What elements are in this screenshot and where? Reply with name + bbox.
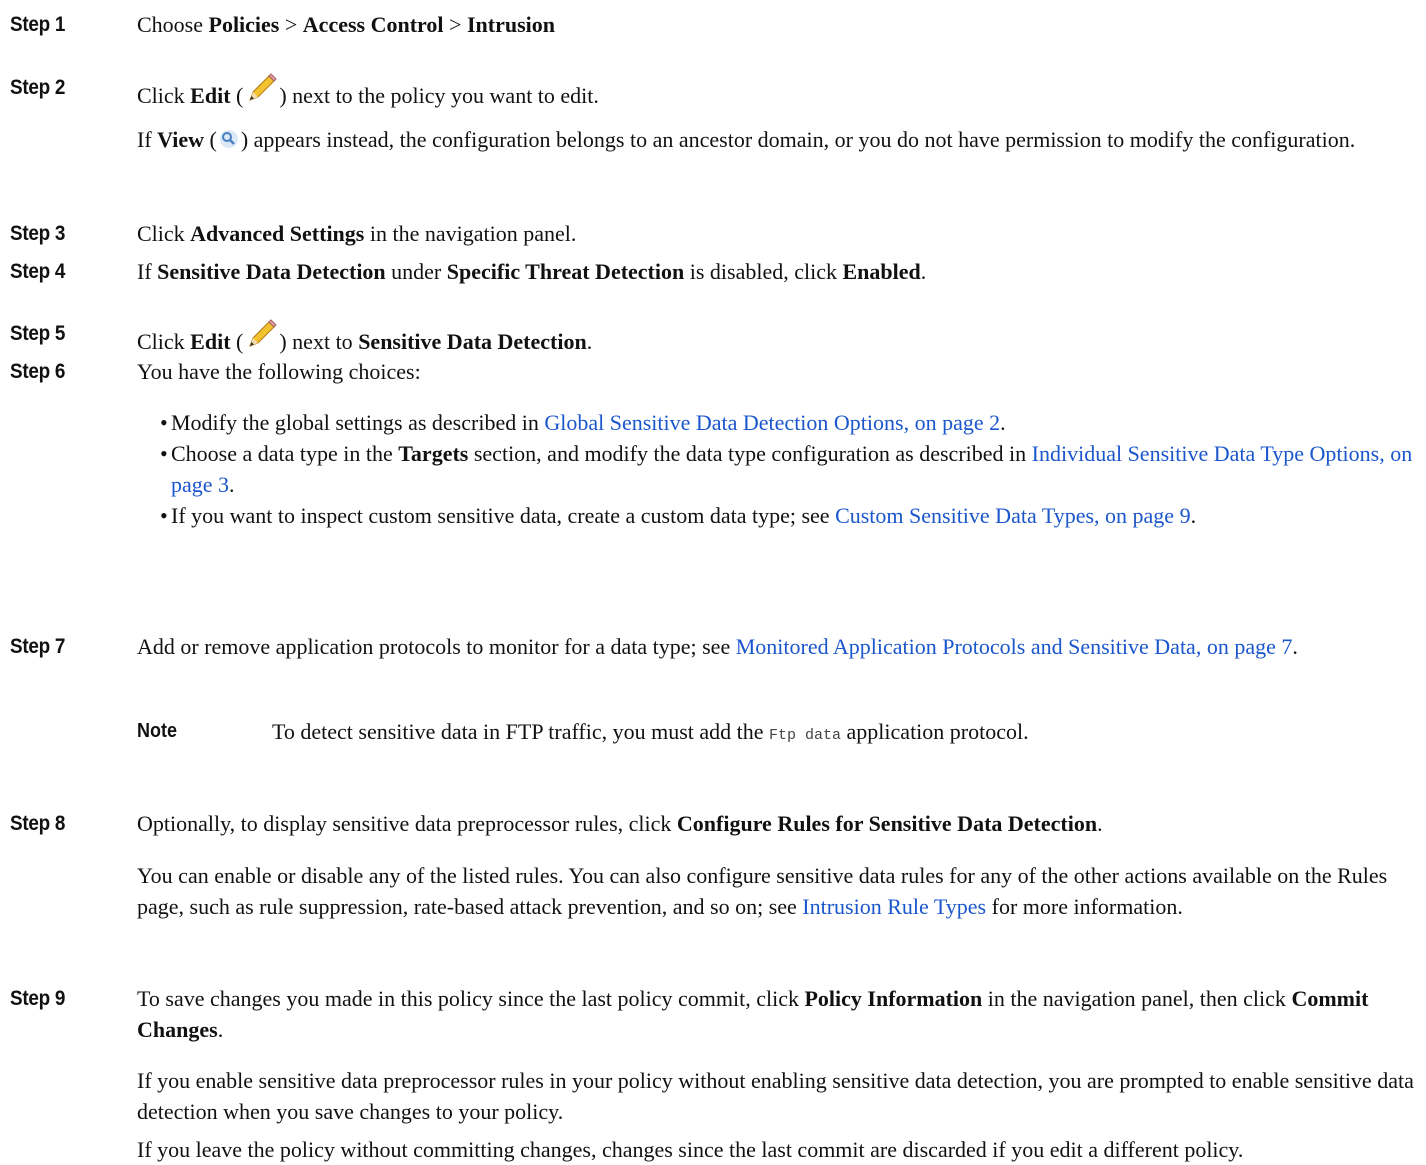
step-8-detail: You can enable or disable any of the lis… [137, 860, 1416, 922]
step-label: Step 6 [10, 360, 66, 383]
policy-information-label: Policy Information [804, 986, 983, 1011]
advanced-settings-label: Advanced Settings [190, 221, 365, 246]
text: If [137, 127, 152, 152]
menu-policies: Policies [208, 12, 280, 37]
step-label: Step 9 [10, 987, 66, 1010]
procedure-page: Step 1 Choose Policies > Access Control … [0, 0, 1426, 1162]
step-9-detail-1: If you enable sensitive data preprocesso… [137, 1065, 1416, 1127]
step-label: Step 3 [10, 222, 66, 245]
monitored-protocols-link[interactable]: Monitored Application Protocols and Sens… [736, 634, 1293, 659]
text: . [1097, 811, 1103, 836]
text: Choose [137, 12, 203, 37]
text: Click [137, 329, 185, 354]
text: Click [137, 221, 185, 246]
text: Optionally, to display sensitive data pr… [137, 811, 672, 836]
step-label: Step 5 [10, 322, 66, 345]
note-label: Note [137, 720, 178, 742]
list-item: If you want to inspect custom sensitive … [160, 500, 1414, 531]
separator: > [284, 12, 298, 37]
step-instruction: Add or remove application protocols to m… [137, 631, 1416, 662]
text: You can enable or disable any of the lis… [137, 863, 1388, 919]
specific-threat-detection-label: Specific Threat Detection [446, 259, 685, 284]
text: ) appears instead, the configuration bel… [240, 127, 1356, 152]
text: ( [236, 329, 244, 354]
list-item: Modify the global settings as described … [160, 407, 1414, 438]
text: . [229, 472, 235, 497]
text: under [391, 259, 442, 284]
sensitive-data-detection-label: Sensitive Data Detection [358, 329, 587, 354]
code-ftp-data: Ftp data [769, 727, 842, 744]
magnifier-icon [219, 130, 238, 148]
text: . [1292, 634, 1298, 659]
step-instruction: Click Edit ( ) next to the policy you wa… [137, 72, 1416, 111]
text: Choose a data type in the [171, 441, 393, 466]
step-label: Step 2 [10, 76, 66, 99]
step-instruction: Optionally, to display sensitive data pr… [137, 808, 1416, 839]
text: If [137, 259, 152, 284]
step-instruction: Click Advanced Settings in the navigatio… [137, 218, 1416, 249]
menu-access-control: Access Control [302, 12, 444, 37]
step-label: Step 7 [10, 635, 66, 658]
step-instruction: You have the following choices: [137, 356, 1416, 387]
edit-label: Edit [190, 329, 231, 354]
text: ) next to [279, 329, 353, 354]
enabled-label: Enabled [842, 259, 921, 284]
separator: > [449, 12, 462, 37]
step-label: Step 8 [10, 812, 66, 835]
text: . [586, 329, 593, 354]
choices-list: Modify the global settings as described … [160, 407, 1414, 531]
text: You have the following choices: [137, 359, 421, 384]
text: To save changes you made in this policy … [137, 986, 799, 1011]
text: If you enable sensitive data preprocesso… [137, 1068, 1414, 1124]
pencil-icon [249, 319, 278, 347]
text: . [920, 259, 927, 284]
global-options-link[interactable]: Global Sensitive Data Detection Options,… [544, 410, 1000, 435]
menu-intrusion: Intrusion [466, 12, 555, 37]
text: application protocol. [846, 719, 1029, 744]
step-2-note: If View ( ) appears instead, the configu… [137, 127, 1356, 152]
text: To detect sensitive data in FTP traffic,… [272, 719, 764, 744]
view-label: View [157, 127, 204, 152]
edit-label: Edit [190, 83, 231, 108]
step-instruction: If Sensitive Data Detection under Specif… [137, 256, 1416, 287]
text: Add or remove application protocols to m… [137, 634, 731, 659]
text: If you leave the policy without committi… [137, 1137, 1244, 1162]
pencil-icon [249, 73, 278, 101]
step-instruction: Choose Policies > Access Control > Intru… [137, 9, 1416, 40]
text: . [217, 1017, 224, 1042]
text: Click [137, 83, 185, 108]
text: ( [236, 83, 244, 108]
step-instruction: To save changes you made in this policy … [137, 983, 1416, 1045]
text: If you want to inspect custom sensitive … [171, 503, 830, 528]
text: for more information. [991, 894, 1183, 919]
targets-label: Targets [398, 441, 469, 466]
step-label: Step 1 [10, 13, 66, 36]
custom-data-types-link[interactable]: Custom Sensitive Data Types, on page 9 [835, 503, 1191, 528]
text: . [1190, 503, 1197, 528]
step-label: Step 4 [10, 260, 66, 283]
text: is disabled, click [689, 259, 837, 284]
text: . [1000, 410, 1006, 435]
text: in the navigation panel. [369, 221, 577, 246]
note-text: To detect sensitive data in FTP traffic,… [272, 716, 1416, 751]
step-instruction: Click Edit ( ) next to Sensitive Data De… [137, 318, 1416, 357]
intrusion-rule-types-link[interactable]: Intrusion Rule Types [802, 894, 986, 919]
list-item: Choose a data type in the Targets sectio… [160, 438, 1414, 500]
text: in the navigation panel, then click [987, 986, 1286, 1011]
sensitive-data-detection-label: Sensitive Data Detection [157, 259, 386, 284]
text: ) next to the policy you want to edit. [279, 83, 599, 108]
text: Modify the global settings as described … [171, 410, 539, 435]
configure-rules-label: Configure Rules for Sensitive Data Detec… [676, 811, 1098, 836]
text: section, and modify the data type config… [473, 441, 1027, 466]
